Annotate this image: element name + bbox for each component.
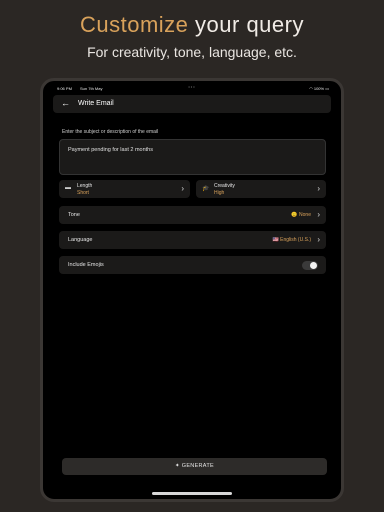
include-emojis-row: Include Emojis xyxy=(59,256,326,274)
creativity-value: High xyxy=(214,190,225,196)
language-value: 🇺🇸 English (U.S.) xyxy=(272,237,311,243)
nav-bar: ← Write Email xyxy=(53,95,331,113)
tone-value: 😐 None xyxy=(291,212,311,218)
chevron-right-icon: › xyxy=(317,210,320,219)
graduation-cap-icon: 🎓 xyxy=(202,186,210,192)
language-label: Language xyxy=(68,237,93,243)
include-emojis-toggle[interactable] xyxy=(302,261,318,270)
battery-icon: ▭ xyxy=(325,86,329,91)
promo-subtitle: For creativity, tone, language, etc. xyxy=(87,44,297,60)
prompt-input-value[interactable]: Payment pending for last 2 months xyxy=(68,147,153,153)
status-date: Sun 7th May xyxy=(80,86,103,91)
home-indicator xyxy=(152,492,232,495)
status-time: 9:06 PM xyxy=(57,86,72,91)
prompt-input[interactable]: Payment pending for last 2 months xyxy=(59,139,326,175)
promo-title: Customize your query xyxy=(0,12,384,38)
promo-title-rest: your query xyxy=(188,12,304,37)
generate-label: GENERATE xyxy=(181,463,214,469)
include-emojis-label: Include Emojis xyxy=(68,262,104,268)
sparkle-icon: ✦ xyxy=(175,463,182,469)
status-right: ◠ 100% ▭ xyxy=(309,86,329,91)
prompt-label: Enter the subject or description of the … xyxy=(62,129,159,135)
chevron-right-icon: › xyxy=(317,184,320,193)
language-selector[interactable]: Language 🇺🇸 English (U.S.) › xyxy=(59,231,326,249)
length-icon: ▬ xyxy=(65,185,71,191)
creativity-label: Creativity xyxy=(214,183,235,189)
toggle-knob xyxy=(310,262,317,269)
generate-button[interactable]: ✦ GENERATE xyxy=(62,458,327,475)
length-selector[interactable]: ▬ Length Short › xyxy=(59,180,190,198)
multitask-dots-icon: ••• xyxy=(188,84,196,89)
promo-title-accent: Customize xyxy=(80,12,189,37)
length-value: Short xyxy=(77,190,89,196)
status-bar: 9:06 PM Sun 7th May ••• ◠ 100% ▭ xyxy=(43,81,341,93)
back-arrow-icon[interactable]: ← xyxy=(61,98,70,108)
chevron-right-icon: › xyxy=(181,184,184,193)
page-title: Write Email xyxy=(78,100,114,107)
length-label: Length xyxy=(77,183,93,189)
tone-selector[interactable]: Tone 😐 None › xyxy=(59,206,326,224)
creativity-selector[interactable]: 🎓 Creativity High › xyxy=(196,180,326,198)
battery-level: 100% xyxy=(313,86,325,91)
chevron-right-icon: › xyxy=(317,235,320,244)
tone-label: Tone xyxy=(68,212,80,218)
tablet-frame: 9:06 PM Sun 7th May ••• ◠ 100% ▭ ← Write… xyxy=(40,78,344,502)
